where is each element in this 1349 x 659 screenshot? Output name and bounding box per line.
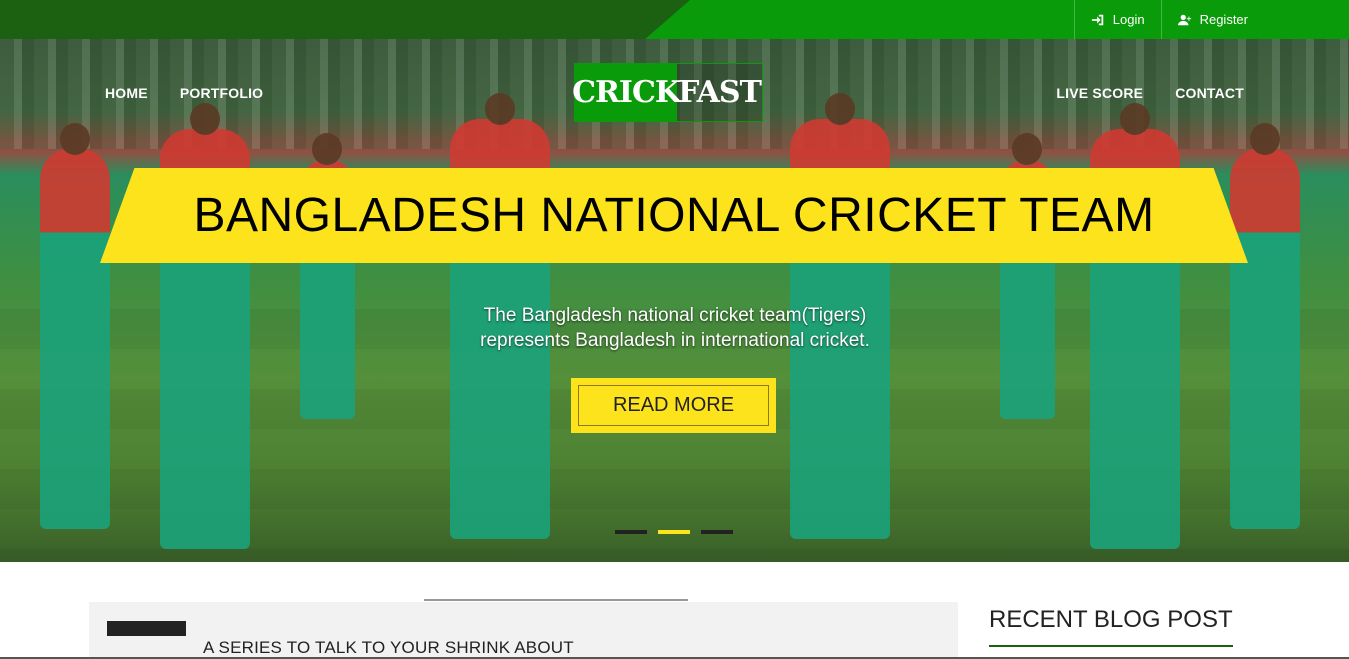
section-divider [424,599,688,601]
auth-links: Login Register [1073,0,1264,39]
player-figure [1230,123,1300,529]
read-more-button[interactable]: READ MORE [571,378,776,433]
sidebar-heading-underline [989,645,1233,647]
slide-indicator-2[interactable] [658,530,690,534]
logo-part-crick: CRICK [572,64,681,121]
register-link[interactable]: Register [1160,0,1264,39]
sign-in-icon [1091,14,1104,25]
player-figure [40,123,110,529]
hero-caption: The Bangladesh national cricket team(Tig… [400,303,950,353]
nav-live-score[interactable]: LIVE SCORE [1056,85,1143,101]
nav-home[interactable]: HOME [105,85,148,101]
site-logo[interactable]: CRICK FAST [572,63,763,122]
hero-caption-line-2: represents Bangladesh in international c… [480,330,870,351]
slide-indicator-1[interactable] [615,530,647,534]
login-link[interactable]: Login [1073,0,1161,39]
post-tag-badge [107,621,186,636]
sidebar-heading: RECENT BLOG POST [989,606,1233,633]
register-label: Register [1199,12,1248,27]
slide-indicator-3[interactable] [701,530,733,534]
post-title-link[interactable]: A SERIES TO TALK TO YOUR SHRINK ABOUT [203,638,574,658]
nav-portfolio[interactable]: PORTFOLIO [180,85,263,101]
main-nav-right: LIVE SCORE CONTACT [1056,85,1244,101]
blog-post-card: A SERIES TO TALK TO YOUR SHRINK ABOUT [89,602,958,659]
hero-caption-line-1: The Bangladesh national cricket team(Tig… [483,305,867,326]
nav-contact[interactable]: CONTACT [1175,85,1244,101]
login-label: Login [1112,12,1145,27]
top-bar: Login Register [0,0,1349,39]
logo-part-fast: FAST [678,75,762,110]
user-plus-icon [1177,14,1191,25]
slider-indicators [615,530,733,534]
hero-headline-banner: BANGLADESH NATIONAL CRICKET TEAM [100,168,1248,263]
main-nav-left: HOME PORTFOLIO [105,85,263,101]
top-bar-dark-band [0,0,690,39]
hero-slider: HOME PORTFOLIO CRICK FAST LIVE SCORE CON… [0,39,1349,562]
read-more-label: READ MORE [578,385,769,426]
hero-headline: BANGLADESH NATIONAL CRICKET TEAM [193,189,1155,242]
